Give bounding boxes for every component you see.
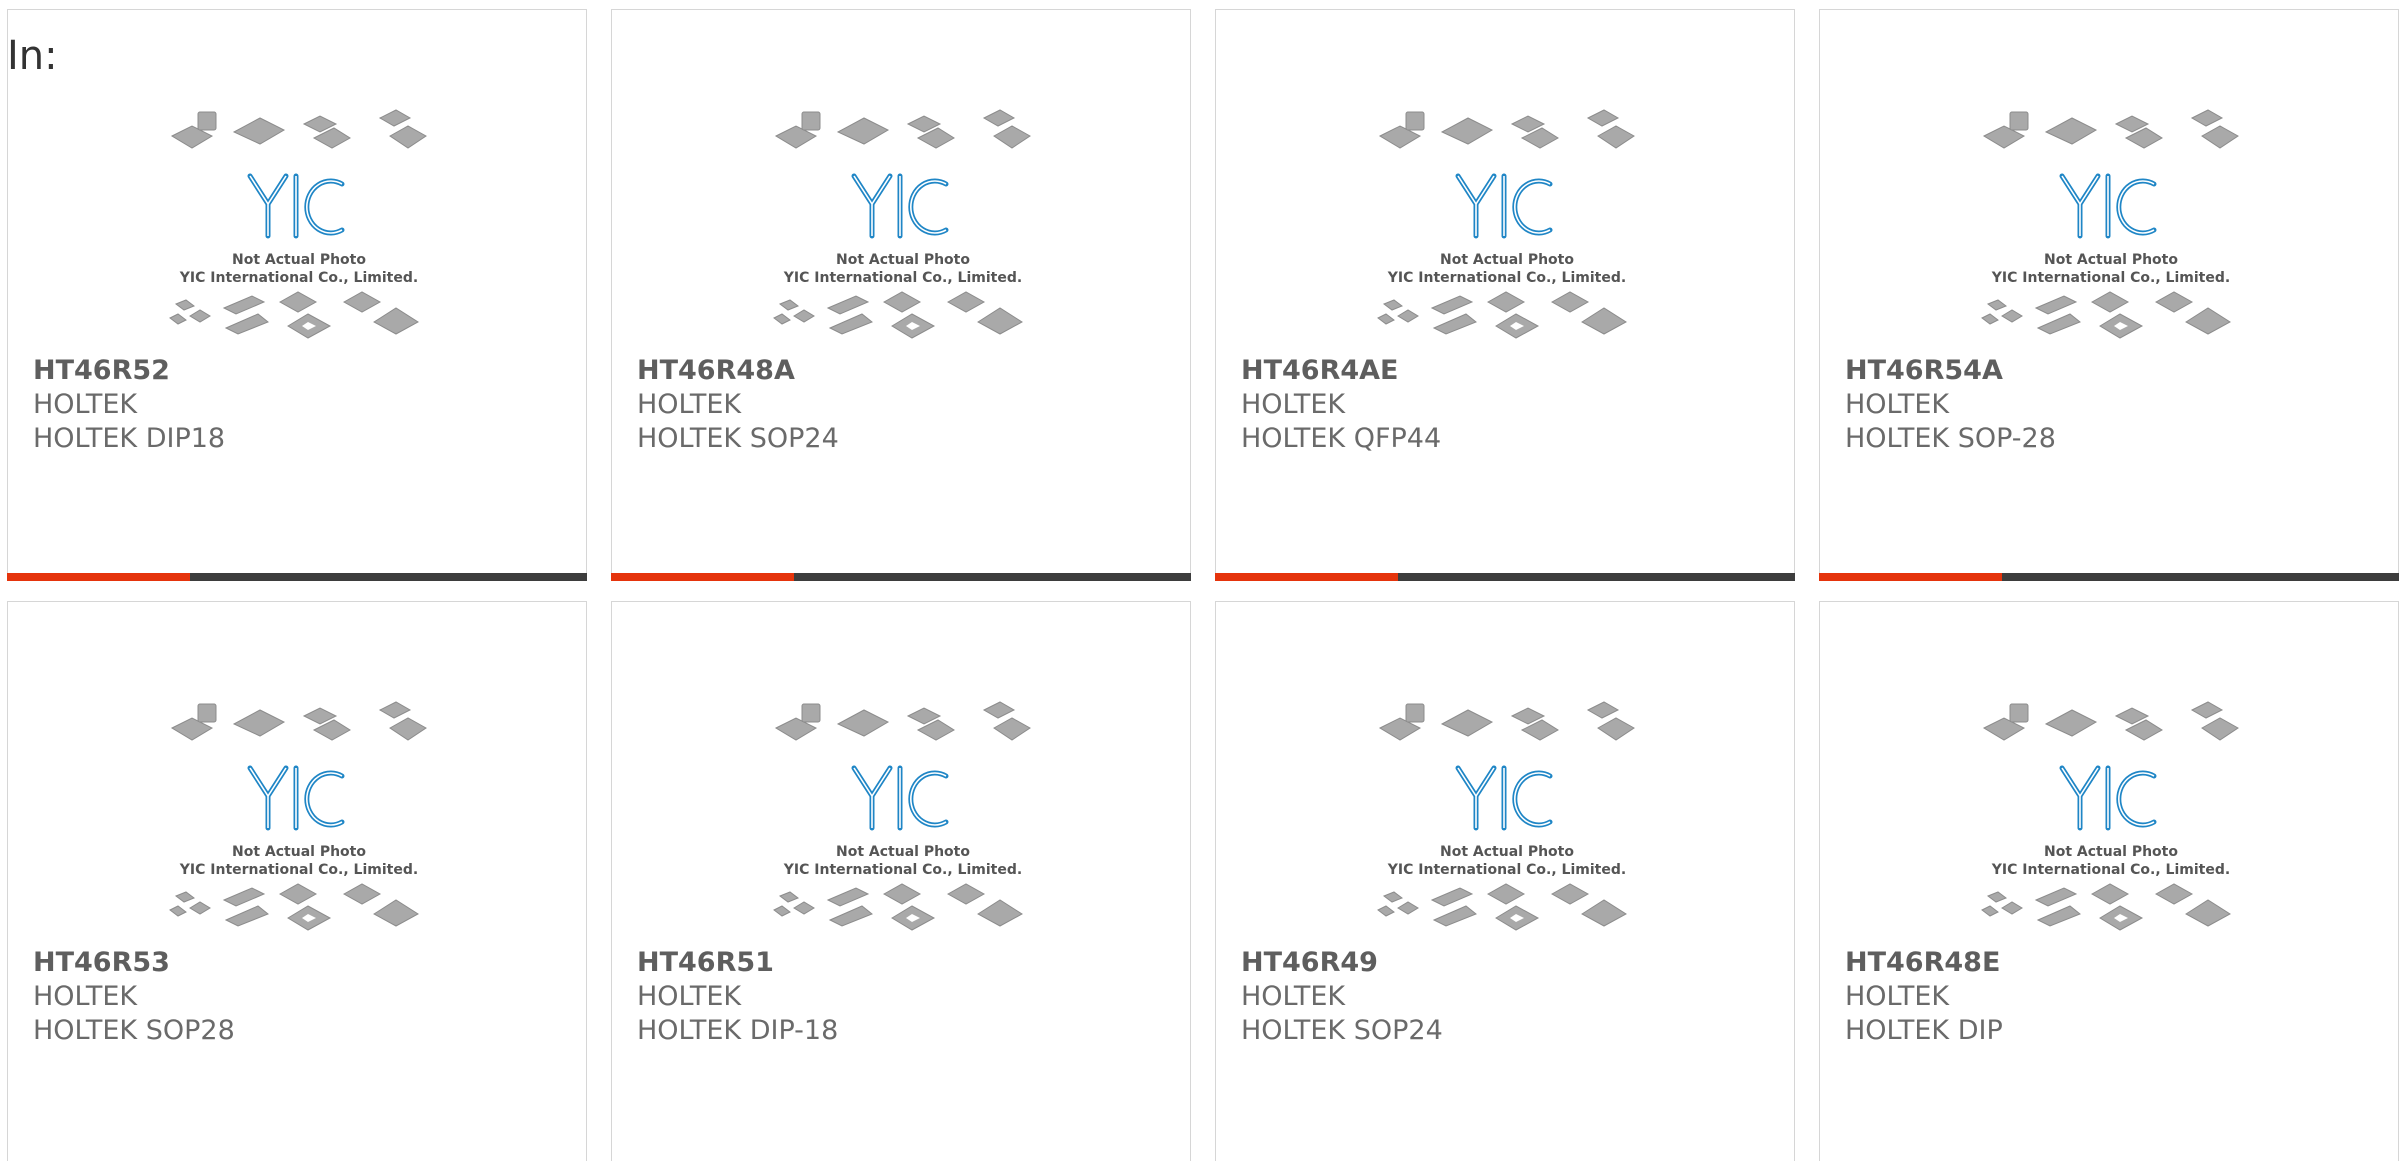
product-listing-page: In: Not Actual Photo YIC International C… [0,0,2400,1161]
package-description: HOLTEK DIP [1845,1015,2003,1046]
chip-placeholder-graphic: Not Actual Photo YIC International Co., … [1981,701,2239,931]
product-card[interactable]: Not Actual Photo YIC International Co., … [1215,9,1795,581]
watermark-line-1: Not Actual Photo [1440,252,1574,268]
product-card[interactable]: Not Actual Photo YIC International Co., … [1819,9,2399,581]
card-hover-bar [1215,573,1795,581]
product-card[interactable]: Not Actual Photo YIC International Co., … [7,9,587,581]
product-info: HT46R4AE HOLTEK HOLTEK QFP44 [1241,354,1441,456]
part-number[interactable]: HT46R49 [1241,946,1443,980]
product-image[interactable]: Not Actual Photo YIC International Co., … [768,688,1038,948]
watermark-line-2: YIC International Co., Limited. [783,862,1022,878]
watermark-line-2: YIC International Co., Limited. [783,270,1022,286]
part-number[interactable]: HT46R52 [33,354,225,388]
chip-placeholder-graphic: Not Actual Photo YIC International Co., … [1981,109,2239,339]
product-card[interactable]: Not Actual Photo YIC International Co., … [611,601,1191,1161]
watermark-line-1: Not Actual Photo [1440,844,1574,860]
watermark-line-1: Not Actual Photo [2044,844,2178,860]
product-image[interactable]: Not Actual Photo YIC International Co., … [1976,688,2246,948]
product-image[interactable]: Not Actual Photo YIC International Co., … [1372,96,1642,356]
product-info: HT46R48E HOLTEK HOLTEK DIP [1845,946,2003,1048]
product-image[interactable]: Not Actual Photo YIC International Co., … [768,96,1038,356]
product-card[interactable]: Not Actual Photo YIC International Co., … [7,601,587,1161]
chip-placeholder-graphic: Not Actual Photo YIC International Co., … [169,109,427,339]
product-info: HT46R52 HOLTEK HOLTEK DIP18 [33,354,225,456]
product-grid: Not Actual Photo YIC International Co., … [7,9,2399,1161]
card-bar-accent [611,573,794,581]
brand-name: HOLTEK [1845,981,1950,1012]
card-bar-track [2002,573,2399,581]
card-bar-accent [1215,573,1398,581]
watermark-line-1: Not Actual Photo [232,844,366,860]
brand-name: HOLTEK [1241,389,1346,420]
product-card[interactable]: Not Actual Photo YIC International Co., … [1819,601,2399,1161]
product-image[interactable]: Not Actual Photo YIC International Co., … [1372,688,1642,948]
chip-placeholder-graphic: Not Actual Photo YIC International Co., … [1377,701,1635,931]
brand-name: HOLTEK [1241,981,1346,1012]
brand-name: HOLTEK [637,389,742,420]
part-number[interactable]: HT46R48A [637,354,839,388]
card-hover-bar [7,573,587,581]
part-number[interactable]: HT46R51 [637,946,838,980]
watermark-line-1: Not Actual Photo [836,844,970,860]
card-hover-bar [611,573,1191,581]
card-hover-bar [1819,573,2399,581]
chip-placeholder-graphic: Not Actual Photo YIC International Co., … [169,701,427,931]
part-number[interactable]: HT46R53 [33,946,235,980]
brand-name: HOLTEK [33,981,138,1012]
package-description: HOLTEK SOP-28 [1845,423,2056,454]
package-description: HOLTEK DIP-18 [637,1015,839,1046]
watermark-line-2: YIC International Co., Limited. [179,862,418,878]
card-bar-accent [1819,573,2002,581]
product-info: HT46R53 HOLTEK HOLTEK SOP28 [33,946,235,1048]
product-info: HT46R51 HOLTEK HOLTEK DIP-18 [637,946,838,1048]
watermark-line-2: YIC International Co., Limited. [1387,862,1626,878]
watermark-line-2: YIC International Co., Limited. [179,270,418,286]
card-bar-track [190,573,587,581]
package-description: HOLTEK SOP28 [33,1015,235,1046]
package-description: HOLTEK DIP18 [33,423,226,454]
part-number[interactable]: HT46R48E [1845,946,2003,980]
product-card[interactable]: Not Actual Photo YIC International Co., … [611,9,1191,581]
product-image[interactable]: Not Actual Photo YIC International Co., … [1976,96,2246,356]
brand-name: HOLTEK [637,981,742,1012]
watermark-line-1: Not Actual Photo [836,252,970,268]
card-bar-track [1398,573,1795,581]
package-description: HOLTEK QFP44 [1241,423,1442,454]
product-card[interactable]: Not Actual Photo YIC International Co., … [1215,601,1795,1161]
watermark-line-1: Not Actual Photo [232,252,366,268]
part-number[interactable]: HT46R4AE [1241,354,1441,388]
product-info: HT46R49 HOLTEK HOLTEK SOP24 [1241,946,1443,1048]
watermark-line-2: YIC International Co., Limited. [1991,270,2230,286]
package-description: HOLTEK SOP24 [637,423,839,454]
watermark-line-2: YIC International Co., Limited. [1991,862,2230,878]
brand-name: HOLTEK [1845,389,1950,420]
in-heading: In: [7,33,58,79]
part-number[interactable]: HT46R54A [1845,354,2056,388]
product-image[interactable]: Not Actual Photo YIC International Co., … [164,96,434,356]
package-description: HOLTEK SOP24 [1241,1015,1443,1046]
watermark-line-2: YIC International Co., Limited. [1387,270,1626,286]
watermark-line-1: Not Actual Photo [2044,252,2178,268]
product-info: HT46R54A HOLTEK HOLTEK SOP-28 [1845,354,2056,456]
chip-placeholder-graphic: Not Actual Photo YIC International Co., … [1377,109,1635,339]
chip-placeholder-graphic: Not Actual Photo YIC International Co., … [773,701,1031,931]
product-info: HT46R48A HOLTEK HOLTEK SOP24 [637,354,839,456]
card-bar-track [794,573,1191,581]
product-image[interactable]: Not Actual Photo YIC International Co., … [164,688,434,948]
card-bar-accent [7,573,190,581]
brand-name: HOLTEK [33,389,138,420]
chip-placeholder-graphic: Not Actual Photo YIC International Co., … [773,109,1031,339]
